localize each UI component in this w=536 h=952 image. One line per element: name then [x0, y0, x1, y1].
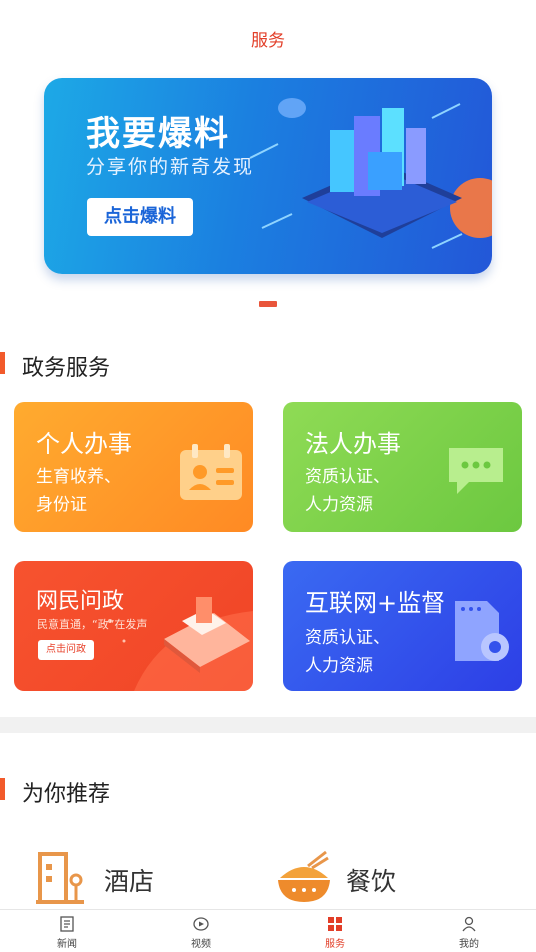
tab-mine[interactable]: 我的	[402, 910, 536, 952]
tab-label: 新闻	[57, 939, 77, 950]
card-slogan: 民意直通，“政”在发声	[37, 618, 148, 631]
page-title: 服务	[251, 31, 285, 51]
carousel-indicator[interactable]	[259, 301, 277, 307]
section-divider	[0, 717, 536, 733]
banner-subline: 分享你的新奇发现	[86, 156, 255, 178]
food-bowl-icon	[278, 850, 330, 902]
section-bar	[0, 352, 5, 374]
inquiry-button[interactable]: 点击问政	[38, 640, 94, 660]
tab-label: 视频	[191, 939, 211, 950]
chat-bubble-icon	[449, 448, 503, 494]
video-icon	[193, 917, 209, 931]
bottom-tab-bar: 新闻 视频 服务 我的	[0, 909, 536, 952]
tip-off-button[interactable]: 点击爆料	[87, 198, 193, 236]
recommend-item-hotel[interactable]: 酒店	[34, 846, 234, 910]
card-line1: 资质认证、	[305, 467, 390, 487]
netizen-inquiry-card[interactable]: 网民问政 民意直通，“政”在发声 点击问政	[14, 561, 253, 691]
card-line2: 人力资源	[305, 656, 373, 676]
document-settings-icon	[455, 601, 509, 661]
tab-label: 服务	[325, 939, 345, 950]
section-title: 政务服务	[22, 356, 111, 381]
card-line1: 资质认证、	[305, 628, 390, 648]
tip-off-banner[interactable]: 我要爆料 分享你的新奇发现 点击爆料	[44, 78, 492, 274]
card-title: 个人办事	[36, 430, 132, 458]
user-icon	[462, 916, 476, 932]
card-line2: 身份证	[36, 495, 87, 515]
card-title: 互联网+监督	[305, 589, 446, 617]
section-bar	[0, 778, 5, 800]
section-title: 为你推荐	[22, 782, 111, 807]
city-chip-illustration	[249, 98, 492, 249]
news-icon	[60, 916, 74, 932]
id-card-icon	[180, 444, 242, 500]
hotel-icon	[36, 852, 84, 904]
internet-supervision-card[interactable]: 互联网+监督 资质认证、 人力资源	[283, 561, 522, 691]
legal-entity-affairs-card[interactable]: 法人办事 资质认证、 人力资源	[283, 402, 522, 532]
recommend-item-food[interactable]: 餐饮	[276, 846, 476, 910]
recommend-label: 酒店	[104, 867, 155, 896]
services-page: 服务 我要爆料 分享你的新奇发现 点击爆料 政务服务 个人办事 生育收养、 身份…	[0, 0, 536, 952]
tab-service[interactable]: 服务	[268, 910, 402, 952]
card-line1: 生育收养、	[36, 467, 121, 487]
tab-video[interactable]: 视频	[134, 910, 268, 952]
tab-news[interactable]: 新闻	[0, 910, 134, 952]
tab-label: 我的	[459, 939, 479, 950]
service-grid-icon	[328, 917, 342, 931]
banner-headline: 我要爆料	[86, 114, 230, 154]
card-title: 网民问政	[36, 589, 125, 614]
recommend-label: 餐饮	[346, 867, 397, 896]
card-title: 法人办事	[305, 430, 401, 458]
personal-affairs-card[interactable]: 个人办事 生育收养、 身份证	[14, 402, 253, 532]
card-line2: 人力资源	[305, 495, 373, 515]
